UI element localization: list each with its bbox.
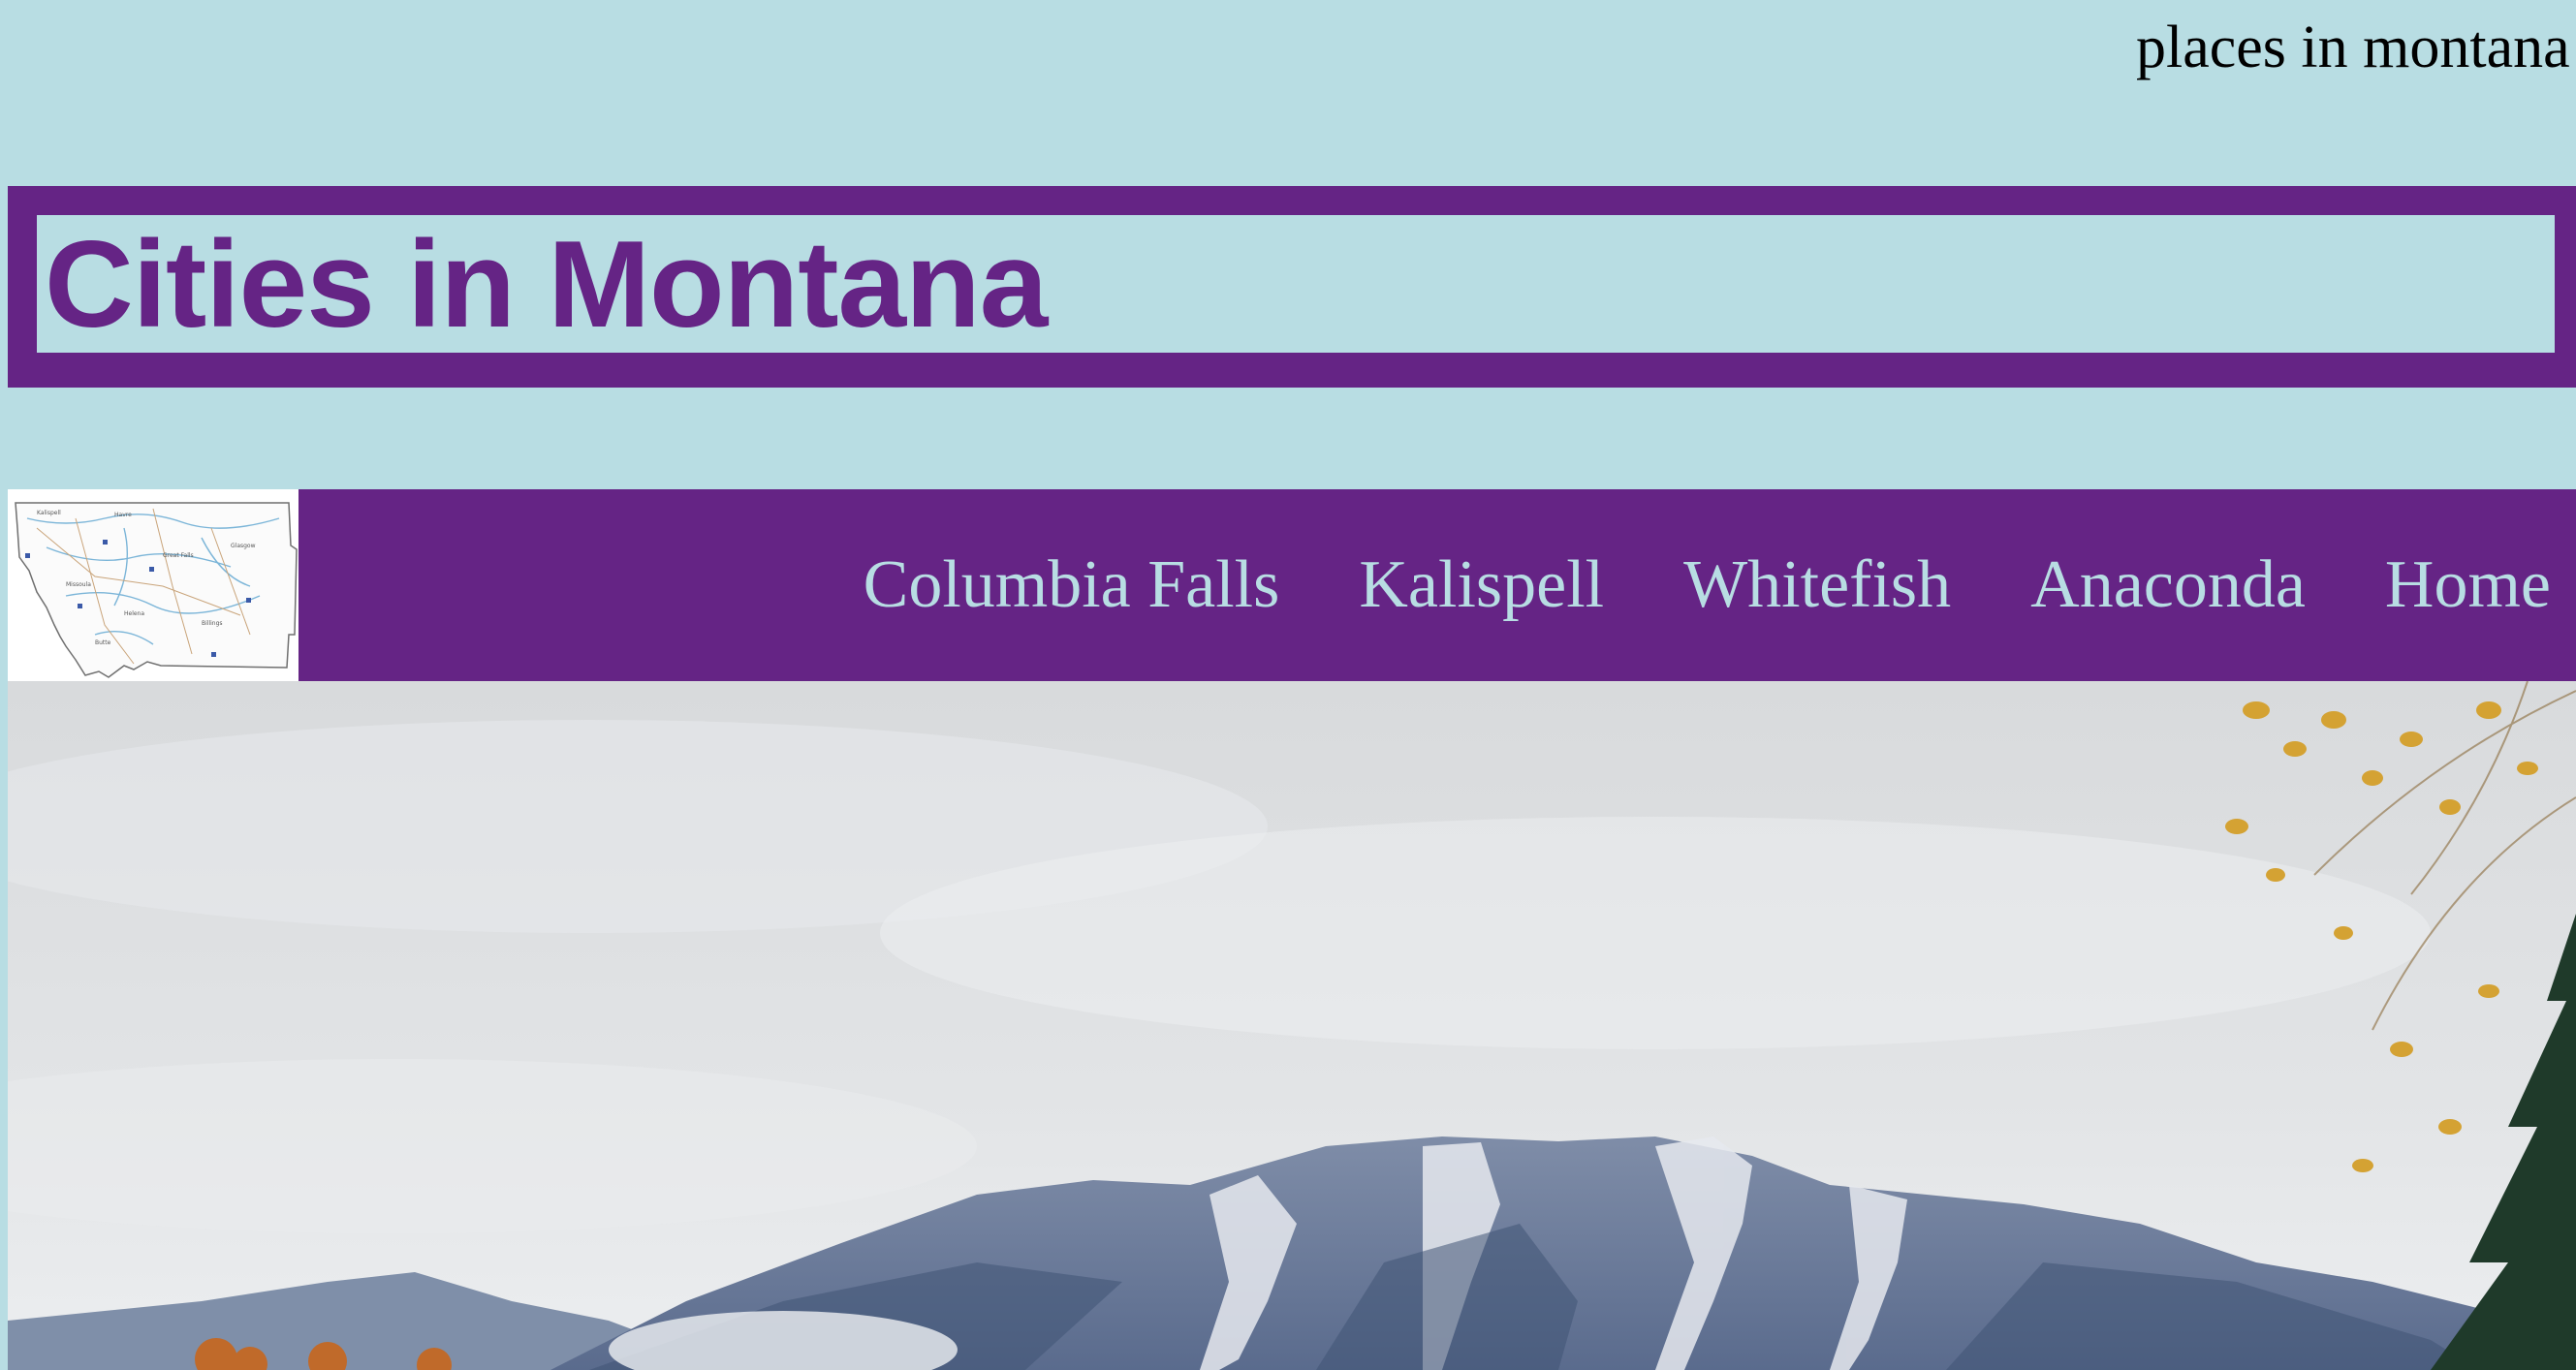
montana-map-icon: Kalispell Havre Great Falls Missoula Hel…: [8, 489, 298, 681]
svg-text:Great Falls: Great Falls: [163, 552, 194, 559]
nav-link-home[interactable]: Home: [2385, 546, 2551, 624]
svg-text:Kalispell: Kalispell: [37, 510, 61, 516]
site-tagline: places in montana: [2136, 15, 2570, 80]
svg-text:Helena: Helena: [124, 610, 144, 617]
nav-link-columbia-falls[interactable]: Columbia Falls: [864, 546, 1280, 624]
nav-links: Columbia Falls Kalispell Whitefish Anaco…: [864, 489, 2551, 681]
hero-mountain-image: [8, 681, 2576, 1370]
svg-text:Havre: Havre: [114, 512, 132, 518]
svg-text:Glasgow: Glasgow: [231, 543, 256, 549]
navigation-bar: Kalispell Havre Great Falls Missoula Hel…: [8, 489, 2576, 681]
title-banner: Cities in Montana: [8, 186, 2576, 388]
svg-text:Billings: Billings: [202, 620, 223, 627]
nav-link-anaconda[interactable]: Anaconda: [2030, 546, 2306, 624]
nav-link-kalispell[interactable]: Kalispell: [1359, 546, 1604, 624]
title-box: Cities in Montana: [37, 215, 2555, 353]
nav-link-whitefish[interactable]: Whitefish: [1683, 546, 1951, 624]
page-title: Cities in Montana: [45, 215, 1048, 353]
svg-text:Butte: Butte: [95, 639, 111, 646]
svg-text:Missoula: Missoula: [66, 581, 91, 588]
